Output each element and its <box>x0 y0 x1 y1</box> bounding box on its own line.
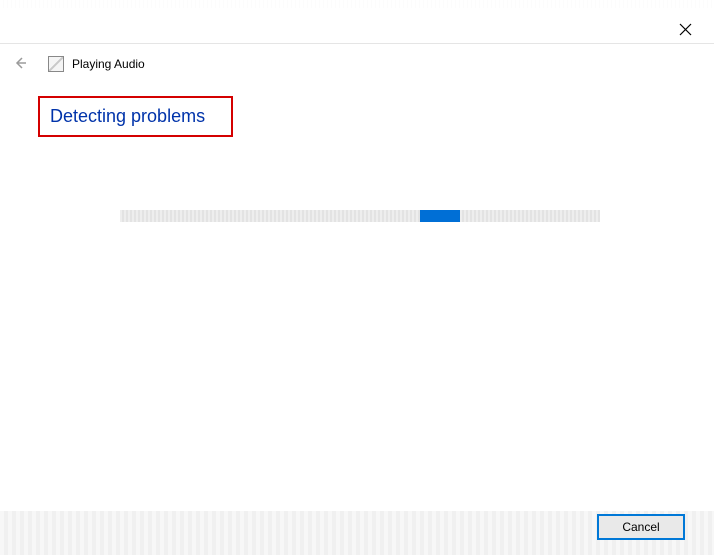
audio-troubleshooter-icon <box>48 56 64 72</box>
back-button <box>8 52 32 76</box>
annotation-highlight: Detecting problems <box>38 96 233 137</box>
close-icon <box>679 23 692 39</box>
progress-indicator <box>420 210 460 222</box>
wizard-header: Playing Audio <box>8 52 145 76</box>
wizard-title: Playing Audio <box>72 57 145 71</box>
titlebar <box>0 0 714 44</box>
status-heading: Detecting problems <box>50 106 205 127</box>
progress-bar <box>120 210 600 222</box>
wizard-footer: Cancel <box>0 495 714 555</box>
close-button[interactable] <box>672 18 698 44</box>
titlebar-ruler <box>0 0 714 8</box>
cancel-button[interactable]: Cancel <box>598 515 684 539</box>
arrow-left-icon <box>13 56 27 73</box>
